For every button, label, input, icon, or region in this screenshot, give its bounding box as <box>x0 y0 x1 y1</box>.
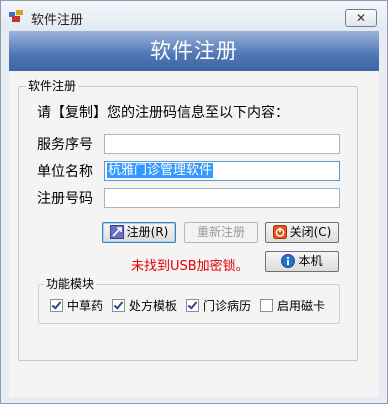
groupbox-title: 软件注册 <box>26 77 79 94</box>
banner-title: 软件注册 <box>9 31 379 71</box>
power-icon <box>272 225 287 239</box>
module-magcard-checkbox[interactable]: 启用磁卡 <box>260 297 325 314</box>
close-button[interactable]: 关闭(C) <box>265 222 339 243</box>
unit-name-label: 单位名称 <box>37 164 93 180</box>
usb-error-message: 未找到USB加密锁。 <box>131 259 249 274</box>
unit-name-input[interactable]: 杭雅门诊管理软件 <box>104 161 340 181</box>
info-icon <box>281 254 296 268</box>
reregister-button[interactable]: 重新注册 <box>184 222 258 243</box>
local-machine-button[interactable]: 本机 <box>265 251 339 272</box>
window-title: 软件注册 <box>31 13 84 28</box>
register-button[interactable]: 注册(R) <box>102 222 176 243</box>
instruction-text: 请【复制】您的注册码信息至以下内容： <box>37 105 289 121</box>
modules-title: 功能模块 <box>44 275 97 292</box>
registration-number-input[interactable] <box>104 188 340 208</box>
checkbox-unchecked-icon <box>260 299 273 312</box>
module-outpatient-record-checkbox[interactable]: 门诊病历 <box>186 297 251 314</box>
checkbox-checked-icon <box>112 299 125 312</box>
title-bar: 软件注册 ✕ <box>1 1 387 31</box>
module-prescription-template-checkbox[interactable]: 处方模板 <box>112 297 177 314</box>
module-herbal-checkbox[interactable]: 中草药 <box>50 297 103 314</box>
checkbox-checked-icon <box>50 299 63 312</box>
unit-name-value: 杭雅门诊管理软件 <box>107 163 214 178</box>
service-number-label: 服务序号 <box>37 137 93 153</box>
service-number-input[interactable] <box>104 134 340 154</box>
register-icon <box>109 225 124 239</box>
app-icon <box>9 10 23 22</box>
checkbox-checked-icon <box>186 299 199 312</box>
window-close-button[interactable]: ✕ <box>345 9 377 27</box>
registration-number-label: 注册号码 <box>37 191 93 207</box>
